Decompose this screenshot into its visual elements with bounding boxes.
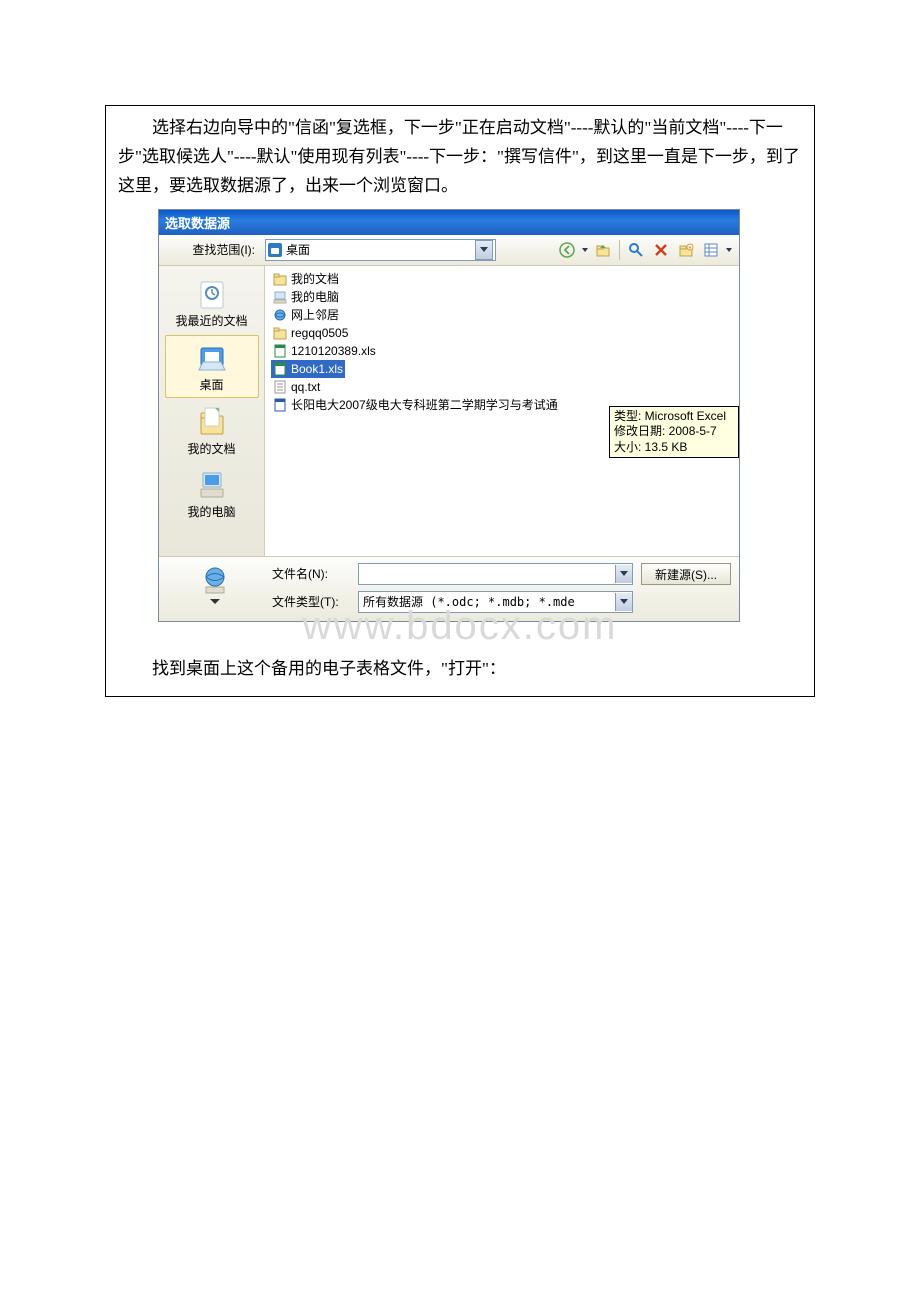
back-button[interactable] (556, 239, 578, 261)
select-data-source-dialog: 选取数据源 查找范围(I): 桌面 (158, 209, 740, 622)
filetype-combo[interactable]: 所有数据源 (*.odc; *.mdb; *.mde (358, 591, 633, 613)
views-dropdown-icon[interactable] (725, 239, 733, 261)
place-computer-label: 我的电脑 (166, 503, 258, 520)
file-xls-1[interactable]: 1210120389.xls (271, 342, 378, 360)
file-label: 网上邻居 (291, 306, 339, 323)
place-computer[interactable]: 我的电脑 (166, 463, 258, 524)
file-network[interactable]: 网上邻居 (271, 306, 341, 324)
file-label: regqq0505 (291, 326, 348, 340)
file-label: Book1.xls (291, 362, 343, 376)
back-dropdown-icon[interactable] (581, 239, 589, 261)
delete-button[interactable] (650, 239, 672, 261)
file-label: 我的电脑 (291, 288, 339, 305)
tooltip-date: 修改日期: 2008-5-7 (614, 424, 734, 440)
lookin-label: 查找范围(I): (165, 241, 259, 258)
places-bar: 我最近的文档 桌面 我的文档 我的电脑 (159, 266, 265, 556)
file-list[interactable]: 我的文档 我的电脑 网上邻居 regqq0505 (265, 266, 739, 556)
file-label: 我的文档 (291, 270, 339, 287)
lookin-value: 桌面 (286, 241, 310, 258)
file-txt-qq[interactable]: qq.txt (271, 378, 322, 396)
tooltip-type: 类型: Microsoft Excel (614, 409, 734, 425)
dialog-toolbar: 查找范围(I): 桌面 (159, 235, 739, 266)
tooltip-size: 大小: 13.5 KB (614, 440, 734, 456)
place-desktop-label: 桌面 (166, 376, 258, 393)
up-one-level-button[interactable] (592, 239, 614, 261)
file-folder-regqq[interactable]: regqq0505 (271, 324, 350, 342)
desktop-icon (268, 243, 282, 257)
filetype-label: 文件类型(T): (272, 593, 350, 610)
place-recent-label: 我最近的文档 (166, 312, 258, 329)
svg-text:★: ★ (688, 245, 693, 251)
filename-label: 文件名(N): (272, 565, 350, 582)
new-source-button[interactable]: 新建源(S)... (641, 563, 731, 585)
new-folder-button[interactable]: ★ (675, 239, 697, 261)
dropdown-arrow-icon[interactable] (615, 565, 632, 583)
file-mycomputer[interactable]: 我的电脑 (271, 288, 341, 306)
place-documents-label: 我的文档 (166, 440, 258, 457)
document-frame: 选择右边向导中的"信函"复选框，下一步"正在启动文档"----默认的"当前文档"… (105, 105, 815, 697)
filename-input[interactable] (358, 563, 633, 585)
place-desktop[interactable]: 桌面 (165, 335, 259, 398)
lookin-combo[interactable]: 桌面 (265, 239, 496, 261)
place-recent[interactable]: 我最近的文档 (166, 272, 258, 333)
filetype-value: 所有数据源 (*.odc; *.mdb; *.mde (359, 593, 579, 610)
file-label: qq.txt (291, 380, 320, 394)
dropdown-arrow-icon[interactable] (615, 593, 632, 611)
file-mydocs[interactable]: 我的文档 (271, 270, 341, 288)
search-button[interactable] (625, 239, 647, 261)
place-network-bottom[interactable] (167, 563, 262, 613)
file-label: 长阳电大2007级电大专科班第二学期学习与考试通 (291, 396, 558, 413)
paragraph-instruction: 选择右边向导中的"信函"复选框，下一步"正在启动文档"----默认的"当前文档"… (118, 114, 802, 201)
file-xls-book1[interactable]: Book1.xls (271, 360, 345, 378)
place-documents[interactable]: 我的文档 (166, 400, 258, 461)
dropdown-arrow-icon[interactable] (475, 240, 493, 260)
closing-text: 找到桌面上这个备用的电子表格文件，"打开"： (152, 659, 506, 678)
file-doc-changyang[interactable]: 长阳电大2007级电大专科班第二学期学习与考试通 (271, 396, 560, 414)
instruction-text: 选择右边向导中的"信函"复选框，下一步"正在启动文档"----默认的"当前文档"… (118, 118, 800, 195)
dialog-title: 选取数据源 (159, 210, 739, 235)
file-tooltip: 类型: Microsoft Excel 修改日期: 2008-5-7 大小: 1… (609, 406, 739, 459)
views-button[interactable] (700, 239, 722, 261)
file-label: 1210120389.xls (291, 344, 376, 358)
